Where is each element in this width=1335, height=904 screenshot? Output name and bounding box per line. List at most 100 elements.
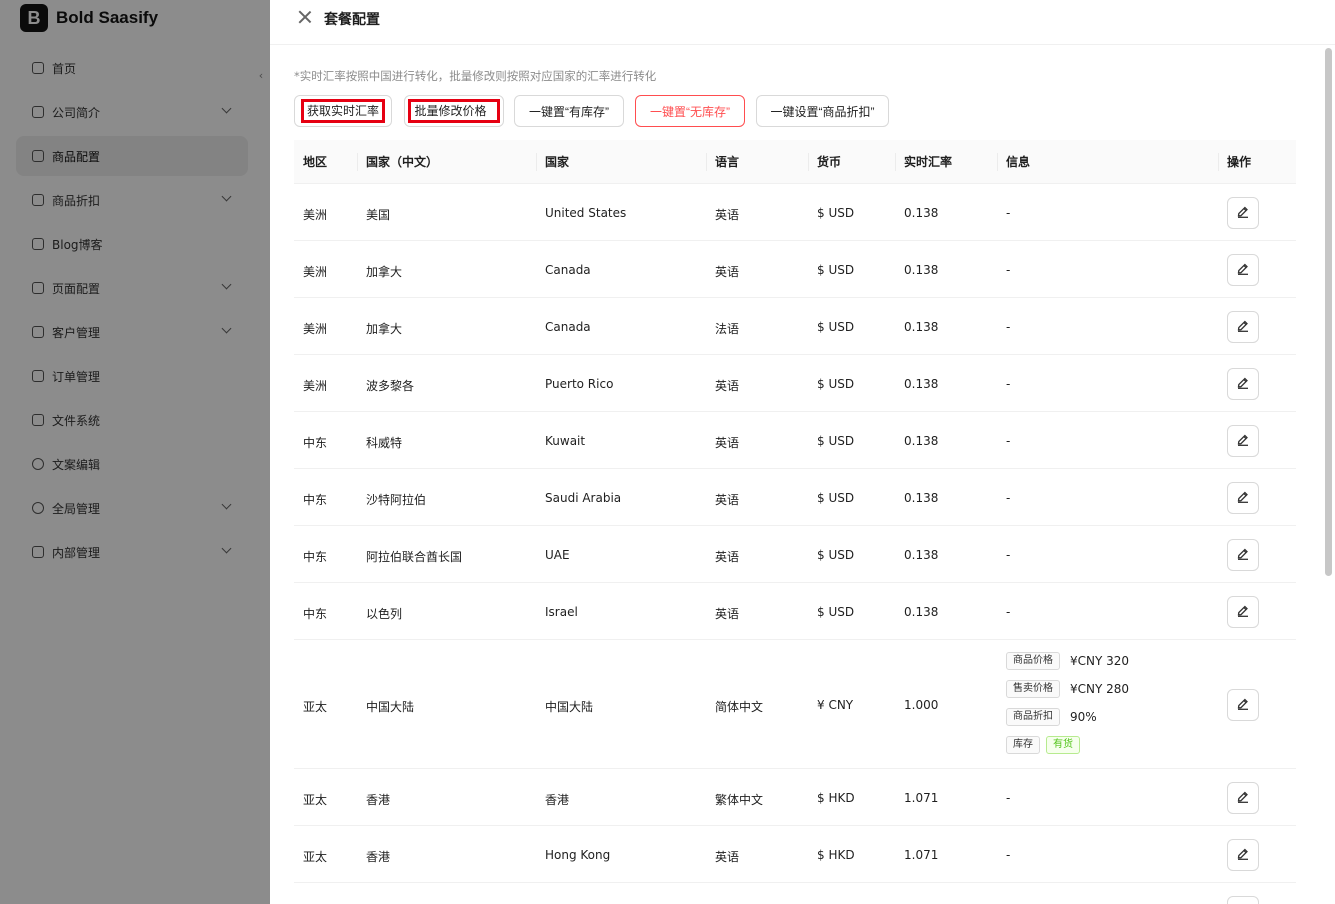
edit-row-button[interactable] <box>1227 197 1259 229</box>
edit-row-button[interactable] <box>1227 368 1259 400</box>
cell-country: Saudi Arabia <box>545 491 622 505</box>
cell-region: 亚太 <box>303 793 328 807</box>
cell-language: 英语 <box>715 607 740 621</box>
column-header-region: 地区 <box>303 155 328 169</box>
edit-icon <box>1236 847 1250 864</box>
cell-rate: 0.138 <box>904 605 939 619</box>
fetch-exchange-rate-label: 获取实时汇率 <box>300 99 385 123</box>
column-header-country: 国家 <box>545 155 570 169</box>
column-header-country-cn: 国家（中文） <box>366 155 439 169</box>
cell-language: 英语 <box>715 493 740 507</box>
edit-row-button[interactable] <box>1227 539 1259 571</box>
cell-country-cn: 加拿大 <box>366 265 403 279</box>
table-row <box>294 883 1296 904</box>
cell-country-cn: 沙特阿拉伯 <box>366 493 427 507</box>
cell-info: - <box>1006 605 1011 619</box>
cell-rate: 0.138 <box>904 377 939 391</box>
table-row: 亚太 香港 Hong Kong 英语 $ HKD 1.071 - <box>294 826 1296 883</box>
info-line: 库存 有货 <box>1006 736 1090 754</box>
cell-language: 英语 <box>715 436 740 450</box>
table-header: 地区 国家（中文） 国家 语言 货币 实时汇率 信息 操作 <box>294 140 1296 184</box>
edit-row-button[interactable] <box>1227 596 1259 628</box>
cell-rate: 0.138 <box>904 434 939 448</box>
cell-country-cn: 香港 <box>366 793 391 807</box>
info-line: 售卖价格 ¥CNY 280 <box>1006 680 1129 698</box>
cell-region: 亚太 <box>303 850 328 864</box>
info-tag: 售卖价格 <box>1006 680 1060 698</box>
info-value: ¥CNY 280 <box>1070 682 1130 696</box>
cell-info: - <box>1006 848 1011 862</box>
cell-language: 英语 <box>715 265 740 279</box>
cell-country: Israel <box>545 605 578 619</box>
table-row: 美洲 加拿大 Canada 法语 $ USD 0.138 - <box>294 298 1296 355</box>
column-divider <box>997 153 998 171</box>
edit-row-button[interactable] <box>1227 839 1259 871</box>
cell-language: 英语 <box>715 379 740 393</box>
edit-row-button[interactable] <box>1227 254 1259 286</box>
cell-country: 香港 <box>545 793 570 807</box>
column-divider <box>706 153 707 171</box>
cell-country: Canada <box>545 263 591 277</box>
cell-country-cn: 科威特 <box>366 436 403 450</box>
info-tag: 商品折扣 <box>1006 708 1060 726</box>
table-row: 亚太 中国大陆 中国大陆 简体中文 ¥ CNY 1.000 商品价格 ¥CNY 320 售卖价格… <box>294 640 1296 769</box>
cell-currency: $ USD <box>817 320 855 334</box>
table-row: 中东 阿拉伯联合酋长国 UAE 英语 $ USD 0.138 - <box>294 526 1296 583</box>
table-row: 美洲 波多黎各 Puerto Rico 英语 $ USD 0.138 - <box>294 355 1296 412</box>
table-body: 美洲 美国 United States 英语 $ USD 0.138- 美洲 加拿大 Canad… <box>294 184 1296 904</box>
close-icon[interactable] <box>298 10 312 24</box>
drawer-mask[interactable] <box>0 0 270 904</box>
cell-region: 美洲 <box>303 265 328 279</box>
cell-country: Hong Kong <box>545 848 611 862</box>
cell-rate: 1.071 <box>904 848 939 862</box>
cell-currency: $ USD <box>817 377 855 391</box>
edit-row-button[interactable] <box>1227 311 1259 343</box>
column-divider <box>536 153 537 171</box>
edit-row-button[interactable] <box>1227 689 1259 721</box>
drawer-title: 套餐配置 <box>324 12 380 28</box>
edit-row-button[interactable] <box>1227 782 1259 814</box>
column-header-language: 语言 <box>715 155 740 169</box>
scrollbar-thumb[interactable] <box>1325 48 1332 576</box>
cell-country: Canada <box>545 320 591 334</box>
edit-row-button[interactable] <box>1227 425 1259 457</box>
table-row: 中东 科威特 Kuwait 英语 $ USD 0.138 - <box>294 412 1296 469</box>
cell-country-cn: 中国大陆 <box>366 700 415 714</box>
package-config-drawer: 套餐配置 *实时汇率按照中国进行转化，批量修改则按照对应国家的汇率进行转化 获取… <box>270 0 1335 904</box>
batch-edit-price-button[interactable]: 批量修改价格 <box>404 95 504 127</box>
cell-language: 英语 <box>715 850 740 864</box>
cell-language: 简体中文 <box>715 700 764 714</box>
stock-status-badge: 有货 <box>1046 736 1080 754</box>
cell-rate: 1.000 <box>904 698 939 712</box>
cell-rate: 0.138 <box>904 320 939 334</box>
edit-icon <box>1236 697 1250 714</box>
cell-currency: $ HKD <box>817 791 855 805</box>
edit-row-button[interactable] <box>1227 896 1259 904</box>
edit-icon <box>1236 376 1250 393</box>
cell-country: Kuwait <box>545 434 586 448</box>
table-row: 美洲 美国 United States 英语 $ USD 0.138 - <box>294 184 1296 241</box>
cell-country-cn: 香港 <box>366 850 391 864</box>
column-divider <box>895 153 896 171</box>
set-in-stock-button[interactable]: 一键置“有库存” <box>514 95 624 127</box>
set-out-of-stock-button[interactable]: 一键置“无库存” <box>635 95 745 127</box>
cell-country: 中国大陆 <box>545 700 594 714</box>
edit-icon <box>1236 262 1250 279</box>
info-value: ¥CNY 320 <box>1070 654 1130 668</box>
cell-region: 美洲 <box>303 322 328 336</box>
cell-country-cn: 以色列 <box>366 607 403 621</box>
cell-currency: $ USD <box>817 491 855 505</box>
column-divider <box>808 153 809 171</box>
drawer-header: 套餐配置 <box>270 0 1335 45</box>
edit-icon <box>1236 433 1250 450</box>
cell-region: 亚太 <box>303 700 328 714</box>
cell-region: 中东 <box>303 607 328 621</box>
table-row: 美洲 加拿大 Canada 英语 $ USD 0.138 - <box>294 241 1296 298</box>
edit-icon <box>1236 205 1250 222</box>
fetch-exchange-rate-button[interactable]: 获取实时汇率 <box>294 95 392 127</box>
set-discount-button[interactable]: 一键设置“商品折扣” <box>756 95 889 127</box>
cell-rate: 1.071 <box>904 791 939 805</box>
edit-row-button[interactable] <box>1227 482 1259 514</box>
cell-info: - <box>1006 263 1011 277</box>
edit-icon <box>1236 547 1250 564</box>
